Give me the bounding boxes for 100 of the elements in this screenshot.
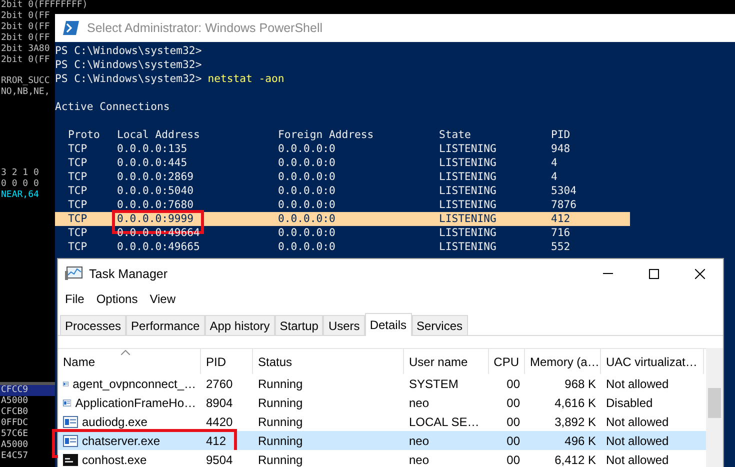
table-cell-text: 7876: [551, 198, 578, 212]
table-cell: audiodg.exe: [58, 412, 201, 431]
menu-item[interactable]: File: [61, 292, 88, 306]
table-cell-text: 412: [551, 212, 572, 226]
table-cell-text: 0.0.0.0:0: [278, 142, 336, 156]
task-manager-icon: [65, 266, 83, 281]
memory-address: A5000: [0, 440, 30, 451]
debugger-text: 2bit 0(FF: [0, 33, 50, 44]
table-cell-text: 0.0.0.0:49665: [117, 240, 201, 254]
close-icon: [695, 268, 705, 278]
table-cell-text: Not allowed: [605, 452, 670, 467]
table-cell: 0.0.0.0:9999: [117, 212, 278, 226]
table-cell-text: neo: [408, 432, 430, 450]
table-cell: conhost.exe: [58, 450, 201, 467]
table-cell-text: LISTENING: [439, 212, 498, 226]
table-cell-text: 552: [551, 240, 572, 254]
table-cell-text: TCP: [68, 156, 88, 170]
table-cell-text: TCP: [68, 184, 88, 198]
debugger-text: 2bit 0(FF: [0, 22, 50, 33]
table-cell-text: 00: [506, 452, 521, 467]
table-cell-text: Not allowed: [605, 376, 670, 392]
table-cell-text: 0.0.0.0:2869: [117, 170, 195, 184]
memory-address: A5000: [0, 396, 30, 407]
tab[interactable]: App history: [204, 315, 275, 335]
table-cell-text: 0.0.0.0:0: [278, 198, 336, 212]
scrollbar-thumb[interactable]: [708, 388, 721, 418]
table-cell-text: Running: [257, 376, 304, 392]
table-cell-text: Running: [257, 432, 304, 450]
table-cell-text: 412: [205, 432, 228, 450]
table-cell-text: LISTENING: [439, 184, 498, 198]
memory-address: E4C57: [0, 451, 30, 462]
tab[interactable]: Processes: [60, 315, 126, 335]
prompt-text: PS C:\Windows\system32>: [55, 72, 202, 86]
column-header: Foreign Address: [278, 128, 375, 142]
table-cell-text: neo: [408, 452, 430, 467]
table-cell-text: 4420: [205, 414, 234, 430]
table-cell-text: Running: [257, 414, 304, 430]
debugger-text: 0 0 0 0: [0, 179, 39, 190]
maximize-icon: [649, 268, 659, 278]
menu-item[interactable]: Options: [92, 292, 142, 306]
table-cell-text: 6,412 K: [554, 452, 597, 467]
output-heading: Active Connections: [55, 100, 171, 114]
table-cell-text: 0.0.0.0:0: [278, 170, 336, 184]
memory-address: CFCB0: [0, 407, 30, 418]
table-cell-text: 0.0.0.0:7680: [117, 198, 195, 212]
memory-address: 0FFDC: [0, 418, 30, 429]
table-cell-text: 948: [551, 142, 572, 156]
table-cell: ApplicationFrameHo…: [58, 393, 201, 412]
sort-caret-icon: [121, 350, 130, 355]
debugger-text: RROR_SUCC: [0, 76, 50, 87]
column-header: Local Address: [117, 128, 201, 142]
menu-item[interactable]: View: [146, 292, 180, 306]
window-icon: [63, 434, 78, 446]
tab[interactable]: Services: [412, 315, 468, 335]
debugger-text: 3 2 1 0: [0, 168, 39, 179]
window-icon: [63, 396, 72, 408]
column-header: Proto: [68, 128, 101, 142]
table-cell-text: LISTENING: [439, 240, 498, 254]
table-cell-text: 4,616 K: [554, 394, 597, 412]
table-cell-text: TCP: [68, 240, 88, 254]
table-cell-text: neo: [408, 394, 430, 412]
table-cell-text: TCP: [68, 212, 88, 226]
command-text: netstat -aon: [208, 72, 284, 86]
console-icon: [63, 454, 78, 466]
debugger-text: NO,NB,NE,: [0, 87, 50, 98]
table-cell-text: 00: [506, 414, 521, 430]
memory-address: 57C6E: [0, 429, 30, 440]
prompt-text: PS C:\Windows\system32>: [55, 58, 202, 72]
table-cell-text: 0.0.0.0:5040: [117, 184, 195, 198]
table-cell-text: Running: [257, 452, 304, 467]
prompt-text: PS C:\Windows\system32>: [55, 44, 202, 58]
tab[interactable]: Users: [323, 315, 365, 335]
table-cell-text: TCP: [68, 142, 88, 156]
column-header: State: [439, 128, 472, 142]
table-cell-text: 4: [551, 170, 558, 184]
window-title: Select Administrator: Windows PowerShell: [87, 21, 323, 35]
tab[interactable]: Startup: [274, 315, 324, 335]
tab[interactable]: Performance: [126, 315, 205, 335]
table-cell-text: LISTENING: [439, 198, 498, 212]
table-cell-text: TCP: [68, 226, 88, 240]
memory-address: CFCC9: [0, 385, 55, 396]
table-cell-text: 496 K: [564, 432, 597, 450]
table-cell-text: LISTENING: [439, 142, 498, 156]
table-cell-text: 00: [506, 394, 521, 412]
table-cell-text: 5304: [551, 184, 578, 198]
table-cell-text: LISTENING: [439, 170, 498, 184]
powershell-icon: [63, 21, 79, 35]
debugger-text: 2bit 0(FF: [0, 55, 50, 66]
table-cell-text: 0.0.0.0:0: [278, 226, 336, 240]
table-cell-text: 00: [506, 376, 521, 392]
table-cell-text: LISTENING: [439, 226, 498, 240]
table-cell-text: TCP: [68, 198, 88, 212]
table-cell-text: Not allowed: [605, 414, 670, 430]
table-cell-text: SYSTEM: [408, 376, 460, 392]
table-cell-text: LOCAL SE…: [408, 414, 480, 430]
table-cell-text: 8904: [205, 394, 234, 412]
table-cell-text: LISTENING: [439, 156, 498, 170]
tab[interactable]: Details: [364, 313, 412, 336]
debugger-text: 2bit 3A80: [0, 44, 50, 55]
table-cell-text: 0.0.0.0:0: [278, 156, 336, 170]
